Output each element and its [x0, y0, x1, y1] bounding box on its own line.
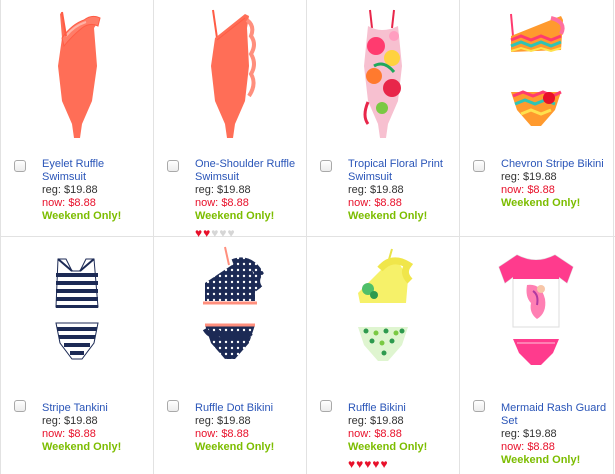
promo-badge: Weekend Only! [195, 210, 275, 222]
product-image[interactable] [22, 6, 132, 144]
heart-icon: ♥ [348, 457, 356, 471]
promo-badge: Weekend Only! [348, 441, 428, 453]
sale-price: now: $8.88 [195, 197, 249, 209]
product-image[interactable] [328, 6, 438, 144]
compare-checkbox[interactable] [320, 400, 332, 412]
compare-checkbox[interactable] [167, 400, 179, 412]
promo-badge: Weekend Only! [501, 197, 581, 209]
product-card: Ruffle Bikini reg: $19.88 now: $8.88 Wee… [306, 237, 459, 473]
product-image[interactable] [175, 243, 285, 381]
promo-badge: Weekend Only! [501, 454, 581, 466]
regular-price: reg: $19.88 [195, 415, 251, 427]
sale-price: now: $8.88 [42, 197, 96, 209]
compare-checkbox[interactable] [473, 400, 485, 412]
compare-checkbox[interactable] [14, 160, 26, 172]
regular-price: reg: $19.88 [195, 184, 251, 196]
product-name-link[interactable]: Eyelet Ruffle Swimsuit [42, 158, 150, 184]
product-card: Chevron Stripe Bikini reg: $19.88 now: $… [459, 0, 612, 236]
regular-price: reg: $19.88 [348, 415, 404, 427]
regular-price: reg: $19.88 [501, 428, 557, 440]
rating-hearts: ♥ ♥ ♥ ♥ ♥ [348, 458, 456, 470]
sale-price: now: $8.88 [501, 184, 555, 196]
sale-price: now: $8.88 [42, 428, 96, 440]
promo-badge: Weekend Only! [348, 210, 428, 222]
heart-icon: ♥ [356, 457, 364, 471]
regular-price: reg: $19.88 [42, 184, 98, 196]
promo-badge: Weekend Only! [42, 210, 122, 222]
sale-price: now: $8.88 [348, 428, 402, 440]
product-image[interactable] [175, 6, 285, 144]
compare-checkbox[interactable] [14, 400, 26, 412]
product-name-link[interactable]: Ruffle Dot Bikini [195, 402, 303, 415]
product-card: Ruffle Dot Bikini reg: $19.88 now: $8.88… [153, 237, 306, 473]
regular-price: reg: $19.88 [348, 184, 404, 196]
sale-price: now: $8.88 [501, 441, 555, 453]
product-card: One-Shoulder Ruffle Swimsuit reg: $19.88… [153, 0, 306, 239]
compare-checkbox[interactable] [473, 160, 485, 172]
product-card: Eyelet Ruffle Swimsuit reg: $19.88 now: … [0, 0, 153, 236]
product-image[interactable] [481, 6, 591, 144]
sale-price: now: $8.88 [348, 197, 402, 209]
heart-icon: ♥ [364, 457, 372, 471]
product-name-link[interactable]: One-Shoulder Ruffle Swimsuit [195, 158, 303, 184]
product-image[interactable] [328, 243, 438, 381]
product-grid: Eyelet Ruffle Swimsuit reg: $19.88 now: … [0, 0, 615, 474]
product-card: Tropical Floral Print Swimsuit reg: $19.… [306, 0, 459, 236]
heart-icon: ♥ [380, 457, 388, 471]
grid-divider [613, 0, 614, 474]
product-name-link[interactable]: Chevron Stripe Bikini [501, 158, 609, 171]
compare-checkbox[interactable] [167, 160, 179, 172]
product-card: Stripe Tankini reg: $19.88 now: $8.88 We… [0, 237, 153, 473]
compare-checkbox[interactable] [320, 160, 332, 172]
product-card: Mermaid Rash Guard Set reg: $19.88 now: … [459, 237, 612, 473]
product-image[interactable] [481, 243, 591, 381]
product-name-link[interactable]: Tropical Floral Print Swimsuit [348, 158, 456, 184]
promo-badge: Weekend Only! [195, 441, 275, 453]
promo-badge: Weekend Only! [42, 441, 122, 453]
sale-price: now: $8.88 [195, 428, 249, 440]
regular-price: reg: $19.88 [42, 415, 98, 427]
heart-icon: ♥ [372, 457, 380, 471]
regular-price: reg: $19.88 [501, 171, 557, 183]
product-name-link[interactable]: Mermaid Rash Guard Set [501, 402, 609, 428]
product-name-link[interactable]: Ruffle Bikini [348, 402, 456, 415]
product-name-link[interactable]: Stripe Tankini [42, 402, 150, 415]
product-image[interactable] [22, 243, 132, 381]
